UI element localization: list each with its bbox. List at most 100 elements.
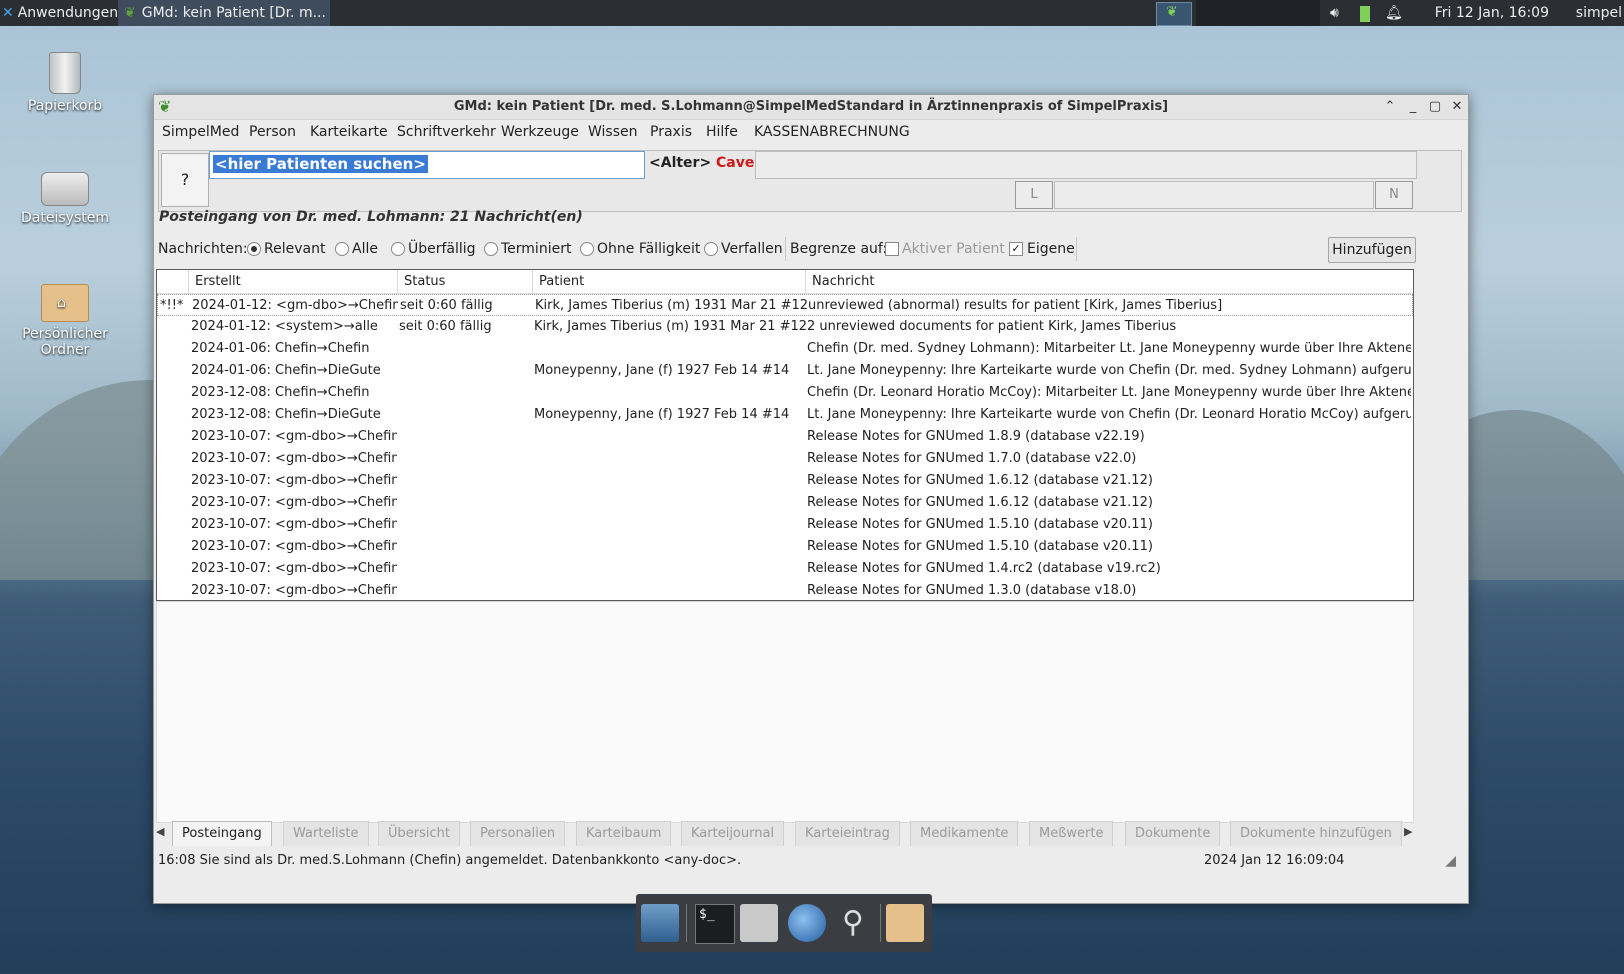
menu-schriftverkehr[interactable]: Schriftverkehr — [397, 124, 496, 140]
radio-verfallen-label[interactable]: Verfallen — [721, 241, 783, 257]
patient-search-input[interactable]: <hier Patienten suchen> — [209, 151, 645, 179]
menu-werkzeuge[interactable]: Werkzeuge — [501, 124, 579, 140]
taskbar-window-button[interactable]: ❦ GMd: kein Patient [Dr. m... — [118, 0, 330, 26]
radio-ohne-faelligkeit-label[interactable]: Ohne Fälligkeit — [597, 241, 700, 257]
menu-simpelmed[interactable]: SimpelMed — [162, 124, 239, 140]
xfce-icon: ✕ — [2, 5, 14, 21]
row-patient: Moneypenny, Jane (f) 1927 Feb 14 #14 — [534, 407, 790, 422]
table-row[interactable]: 2023-10-07: <gm-dbo>→Chefin Release Notes… — [157, 492, 1413, 514]
tab-posteingang[interactable]: Posteingang — [172, 821, 272, 846]
workspace-area[interactable] — [1196, 0, 1320, 26]
radio-relevant[interactable] — [247, 242, 261, 256]
l-button[interactable]: L — [1015, 181, 1053, 209]
table-row[interactable]: 2023-10-07: <gm-dbo>→Chefin Release Notes… — [157, 558, 1413, 580]
table-row[interactable]: 2023-10-07: <gm-dbo>→Chefin Release Notes… — [157, 426, 1413, 448]
row-created: 2024-01-06: Chefin→Chefin — [191, 341, 370, 356]
inbox-title: Posteingang von Dr. med. Lohmann: 21 Nac… — [159, 209, 583, 225]
table-row[interactable]: 2023-12-08: Chefin→DieGute Moneypenny, Ja… — [157, 404, 1413, 426]
row-message: Chefin (Dr. med. Sydney Lohmann): Mitarb… — [807, 341, 1411, 356]
tab-dokumente-hinzufuegen[interactable]: Dokumente hinzufügen — [1230, 821, 1402, 846]
tab-medikamente[interactable]: Medikamente — [910, 821, 1019, 846]
n-button[interactable]: N — [1375, 181, 1413, 209]
header-created[interactable]: Erstellt — [189, 270, 398, 293]
desktop-icon-home[interactable]: ⌂ Persönlicher Ordner — [10, 284, 120, 358]
minimize-icon[interactable]: _ — [1403, 97, 1423, 117]
tab-scroll-right-icon[interactable]: ▶ — [1404, 825, 1412, 838]
checkbox-active-patient-label[interactable]: Aktiver Patient — [902, 241, 1005, 257]
menu-kassenabrechnung[interactable]: KASSENABRECHNUNG — [754, 124, 910, 140]
add-message-button[interactable]: Hinzufügen — [1328, 237, 1416, 263]
row-message: Release Notes for GNUmed 1.7.0 (database… — [807, 451, 1137, 466]
table-row[interactable]: 2024-01-06: Chefin→DieGute Moneypenny, Ja… — [157, 360, 1413, 382]
menu-praxis[interactable]: Praxis — [650, 124, 692, 140]
table-row[interactable]: 2023-10-07: <gm-dbo>→Chefin Release Notes… — [157, 536, 1413, 558]
header-patient[interactable]: Patient — [533, 270, 806, 293]
menu-hilfe[interactable]: Hilfe — [706, 124, 738, 140]
desktop-icon-trash[interactable]: Papierkorb — [10, 52, 120, 114]
row-status: seit 0:60 fällig — [399, 319, 492, 334]
header-status[interactable]: Status — [398, 270, 533, 293]
search-icon[interactable]: ⚲ — [834, 904, 872, 942]
menu-person[interactable]: Person — [249, 124, 296, 140]
resize-grip-icon[interactable]: ◢ — [1445, 853, 1456, 869]
bell-icon[interactable]: 🔔︎ — [1385, 0, 1403, 26]
radio-alle-label[interactable]: Alle — [352, 241, 378, 257]
row-created: 2023-10-07: <gm-dbo>→Chefin — [191, 561, 397, 576]
screen-icon[interactable] — [641, 904, 679, 942]
patient-info-field[interactable] — [1054, 181, 1374, 209]
checkbox-own[interactable]: ✓ — [1009, 242, 1023, 256]
radio-ueberfaellig-label[interactable]: Überfällig — [408, 241, 476, 257]
table-row[interactable]: 2023-10-07: <gm-dbo>→Chefin Release Notes… — [157, 514, 1413, 536]
tab-scroll-left-icon[interactable]: ◀ — [156, 825, 164, 838]
tab-dokumente[interactable]: Dokumente — [1125, 821, 1221, 846]
radio-relevant-label[interactable]: Relevant — [264, 241, 325, 257]
menu-karteikarte[interactable]: Karteikarte — [310, 124, 388, 140]
table-row[interactable]: 2023-12-08: Chefin→Chefin Chefin (Dr. Leo… — [157, 382, 1413, 404]
header-message[interactable]: Nachricht — [806, 270, 1413, 293]
home-folder-icon[interactable] — [740, 904, 778, 942]
workspace-switcher[interactable]: ❦ — [1156, 2, 1192, 26]
terminal-icon[interactable]: $_ — [695, 904, 735, 944]
table-row[interactable]: 2023-10-07: <gm-dbo>→Chefin Release Notes… — [157, 470, 1413, 492]
clock[interactable]: Fri 12 Jan, 16:09 — [1435, 0, 1549, 26]
cave-field[interactable] — [755, 151, 1417, 179]
checkbox-active-patient[interactable] — [885, 242, 899, 256]
radio-ohne-faelligkeit[interactable] — [580, 242, 594, 256]
table-row[interactable]: 2024-01-06: Chefin→Chefin Chefin (Dr. med… — [157, 338, 1413, 360]
radio-terminiert-label[interactable]: Terminiert — [501, 241, 571, 257]
tab-karteijournal[interactable]: Karteijournal — [681, 821, 785, 846]
table-row[interactable]: 2023-10-07: <gm-dbo>→Chefin Release Notes… — [157, 448, 1413, 470]
radio-alle[interactable] — [335, 242, 349, 256]
folder-icon[interactable] — [886, 904, 924, 942]
close-icon[interactable]: ✕ — [1447, 97, 1467, 117]
tab-warteliste[interactable]: Warteliste — [283, 821, 369, 846]
volume-icon[interactable]: 🔊︎ — [1330, 0, 1339, 26]
tab-messwerte[interactable]: Meßwerte — [1029, 821, 1114, 846]
help-button[interactable]: ? — [161, 153, 209, 207]
tab-uebersicht[interactable]: Übersicht — [378, 821, 460, 846]
row-created: 2023-10-07: <gm-dbo>→Chefin — [191, 429, 397, 444]
maximize-icon[interactable]: ▢ — [1425, 97, 1445, 117]
checkbox-own-label[interactable]: Eigene — [1027, 241, 1075, 257]
web-browser-icon[interactable] — [788, 904, 826, 942]
table-row[interactable]: 2023-10-07: <gm-dbo>→Chefin Release Notes… — [157, 580, 1413, 600]
radio-terminiert[interactable] — [484, 242, 498, 256]
radio-ueberfaellig[interactable] — [391, 242, 405, 256]
tab-karteieintrag[interactable]: Karteieintrag — [795, 821, 900, 846]
shade-icon[interactable]: ⌃ — [1380, 97, 1400, 117]
radio-verfallen[interactable] — [704, 242, 718, 256]
battery-icon[interactable] — [1360, 0, 1370, 26]
table-row[interactable]: *!!* 2024-01-12: <gm-dbo>→Chefin seit 0:60… — [157, 294, 1413, 316]
header-flag[interactable] — [157, 270, 189, 293]
table-row[interactable]: 2024-01-12: <system>→alle seit 0:60 fälli… — [157, 316, 1413, 338]
menu-wissen[interactable]: Wissen — [588, 124, 638, 140]
dock-separator — [880, 904, 881, 942]
row-status: seit 0:60 fällig — [400, 298, 493, 313]
tab-karteibaum[interactable]: Karteibaum — [576, 821, 672, 846]
messages-list[interactable]: Erstellt Status Patient Nachricht *!!* 20… — [156, 269, 1414, 601]
desktop-icon-filesystem[interactable]: Dateisystem — [10, 166, 120, 226]
tab-personalien[interactable]: Personalien — [470, 821, 566, 846]
applications-menu-button[interactable]: ✕ Anwendungen — [2, 0, 118, 26]
user-menu[interactable]: simpel — [1576, 0, 1622, 26]
window-titlebar[interactable]: ❦ GMd: kein Patient [Dr. med. S.Lohmann@… — [154, 95, 1468, 120]
